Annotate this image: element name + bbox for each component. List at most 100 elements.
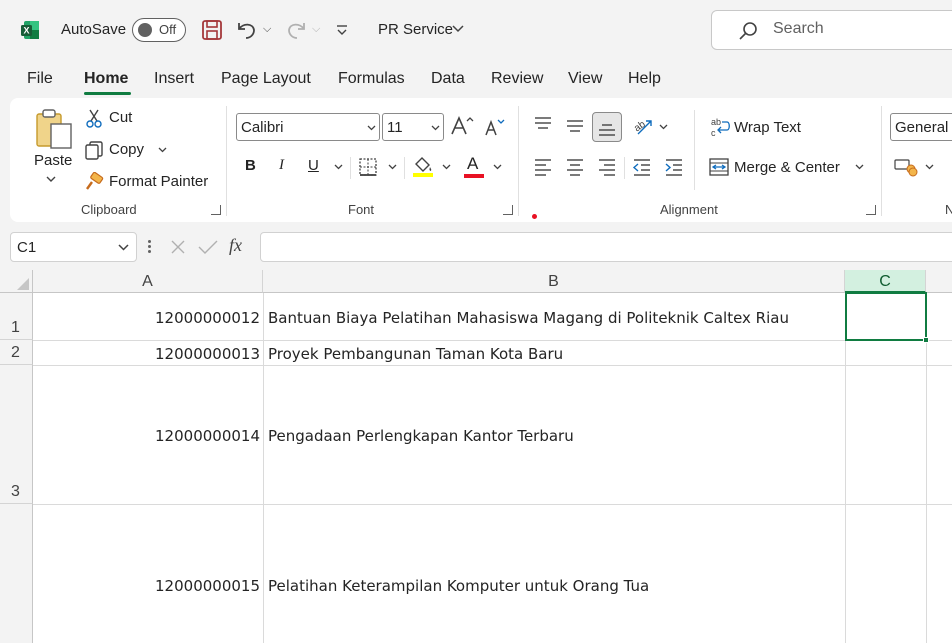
name-box-chevron-down-icon[interactable]: [118, 244, 129, 251]
tab-help[interactable]: Help: [628, 70, 661, 88]
underline-chevron-down-icon[interactable]: [334, 164, 343, 170]
italic-button[interactable]: I: [279, 157, 284, 174]
tab-view[interactable]: View: [568, 70, 602, 88]
column-header-a[interactable]: A: [33, 270, 263, 293]
cell-b2[interactable]: Proyek Pembangunan Taman Kota Baru: [268, 345, 563, 363]
cut-icon[interactable]: [86, 108, 102, 128]
wrap-text-icon[interactable]: ab c: [710, 116, 730, 138]
top-align-icon[interactable]: [533, 116, 553, 132]
svg-text:ab: ab: [711, 117, 721, 127]
autosave-toggle[interactable]: Off: [132, 18, 186, 42]
paste-button[interactable]: Paste: [34, 152, 72, 169]
tab-review[interactable]: Review: [491, 70, 543, 88]
accounting-format-icon[interactable]: [894, 157, 920, 177]
column-header-d-partial[interactable]: [926, 270, 952, 293]
align-left-icon[interactable]: [533, 158, 553, 176]
document-title[interactable]: PR Service: [378, 21, 453, 38]
undo-dropdown-chevron-icon[interactable]: ⌵: [263, 23, 271, 36]
decrease-indent-icon[interactable]: [632, 158, 652, 176]
name-box[interactable]: C1: [10, 232, 137, 262]
tab-formulas[interactable]: Formulas: [338, 70, 405, 88]
undo-icon[interactable]: [235, 19, 259, 41]
save-icon[interactable]: [201, 19, 223, 41]
font-size-combo[interactable]: 11: [382, 113, 444, 141]
customize-toolbar-icon[interactable]: [336, 24, 348, 38]
row-header-3[interactable]: 3: [0, 365, 33, 504]
gridline: [263, 293, 264, 643]
toggle-knob: [138, 23, 152, 37]
clipboard-dialog-launcher-icon[interactable]: [211, 205, 221, 215]
decrease-font-size-icon[interactable]: [484, 117, 506, 137]
tab-page-layout[interactable]: Page Layout: [221, 70, 311, 88]
fill-color-chevron-down-icon[interactable]: [442, 164, 451, 170]
alignment-dialog-launcher-icon[interactable]: [866, 205, 876, 215]
cell-a2[interactable]: 12000000013: [155, 345, 260, 363]
cut-button[interactable]: Cut: [109, 109, 132, 126]
copy-icon[interactable]: [84, 140, 104, 160]
font-size-chevron-down-icon[interactable]: [431, 125, 440, 131]
tab-home[interactable]: Home: [84, 70, 128, 88]
column-header-b[interactable]: B: [263, 270, 845, 293]
title-chevron-down-icon[interactable]: [452, 25, 464, 33]
wrap-text-button[interactable]: Wrap Text: [734, 119, 801, 136]
borders-chevron-down-icon[interactable]: [388, 164, 397, 170]
row-header-4[interactable]: [0, 504, 33, 643]
number-format-combo[interactable]: General: [890, 113, 952, 141]
orientation-icon[interactable]: ab: [632, 116, 654, 136]
bottom-align-button[interactable]: [592, 112, 622, 142]
gridline: [926, 293, 927, 643]
formula-input[interactable]: [260, 232, 952, 262]
font-color-chevron-down-icon[interactable]: [493, 164, 502, 170]
cell-b3[interactable]: Pengadaan Perlengkapan Kantor Terbaru: [268, 427, 574, 445]
font-color-letter[interactable]: A: [467, 154, 478, 174]
cell-a3[interactable]: 12000000014: [155, 427, 260, 445]
copy-dropdown-chevron-icon[interactable]: [158, 147, 167, 153]
underline-button[interactable]: U: [308, 157, 319, 174]
spreadsheet-grid[interactable]: A B C 1 2 3 12000000012 Bantuan Biaya Pe…: [0, 270, 952, 643]
tab-file[interactable]: File: [27, 70, 53, 88]
font-name-combo[interactable]: Calibri: [236, 113, 380, 141]
redo-icon[interactable]: [284, 19, 308, 41]
paste-icon[interactable]: [35, 108, 75, 150]
column-header-c[interactable]: C: [845, 270, 926, 293]
font-name-chevron-down-icon[interactable]: [367, 125, 376, 131]
cell-b4[interactable]: Pelatihan Keterampilan Komputer untuk Or…: [268, 577, 649, 595]
bold-button[interactable]: B: [245, 157, 256, 174]
align-right-icon[interactable]: [597, 158, 617, 176]
fill-color-icon[interactable]: [412, 155, 434, 177]
merge-center-button[interactable]: Merge & Center: [734, 159, 840, 176]
increase-font-size-icon[interactable]: [450, 115, 474, 137]
cell-a1[interactable]: 12000000012: [155, 309, 260, 327]
font-group-label: Font: [348, 202, 375, 217]
copy-button[interactable]: Copy: [109, 141, 144, 158]
paste-dropdown-chevron-icon[interactable]: [46, 176, 56, 183]
autosave-label: AutoSave: [61, 21, 127, 38]
middle-align-icon[interactable]: [565, 118, 585, 134]
align-center-icon[interactable]: [565, 158, 585, 176]
formula-bar-resize-handle[interactable]: [148, 240, 151, 254]
merge-center-chevron-down-icon[interactable]: [855, 164, 864, 170]
tab-data[interactable]: Data: [431, 70, 465, 88]
cell-b1[interactable]: Bantuan Biaya Pelatihan Mahasiswa Magang…: [268, 309, 789, 327]
accounting-chevron-down-icon[interactable]: [925, 164, 934, 170]
select-all-corner[interactable]: [0, 270, 33, 293]
row-header-1[interactable]: 1: [0, 293, 33, 340]
format-painter-button[interactable]: Format Painter: [109, 173, 208, 190]
selected-cell-c1[interactable]: [845, 292, 927, 341]
increase-indent-icon[interactable]: [664, 158, 684, 176]
cell-a4[interactable]: 12000000015: [155, 577, 260, 595]
search-box[interactable]: Search: [711, 10, 952, 50]
font-dialog-launcher-icon[interactable]: [503, 205, 513, 215]
confirm-entry-icon: [198, 240, 218, 254]
orientation-chevron-down-icon[interactable]: [659, 124, 668, 130]
merge-center-icon[interactable]: [708, 157, 730, 177]
fill-handle[interactable]: [923, 337, 929, 343]
row-header-2[interactable]: 2: [0, 340, 33, 365]
tab-insert[interactable]: Insert: [154, 70, 194, 88]
excel-logo-icon: X: [21, 21, 39, 39]
alignment-group-label: Alignment: [660, 202, 718, 217]
format-painter-icon[interactable]: [84, 172, 104, 192]
clipboard-group-label: Clipboard: [81, 202, 137, 217]
borders-icon[interactable]: [358, 157, 378, 177]
insert-function-fx-icon[interactable]: fx: [229, 235, 242, 256]
